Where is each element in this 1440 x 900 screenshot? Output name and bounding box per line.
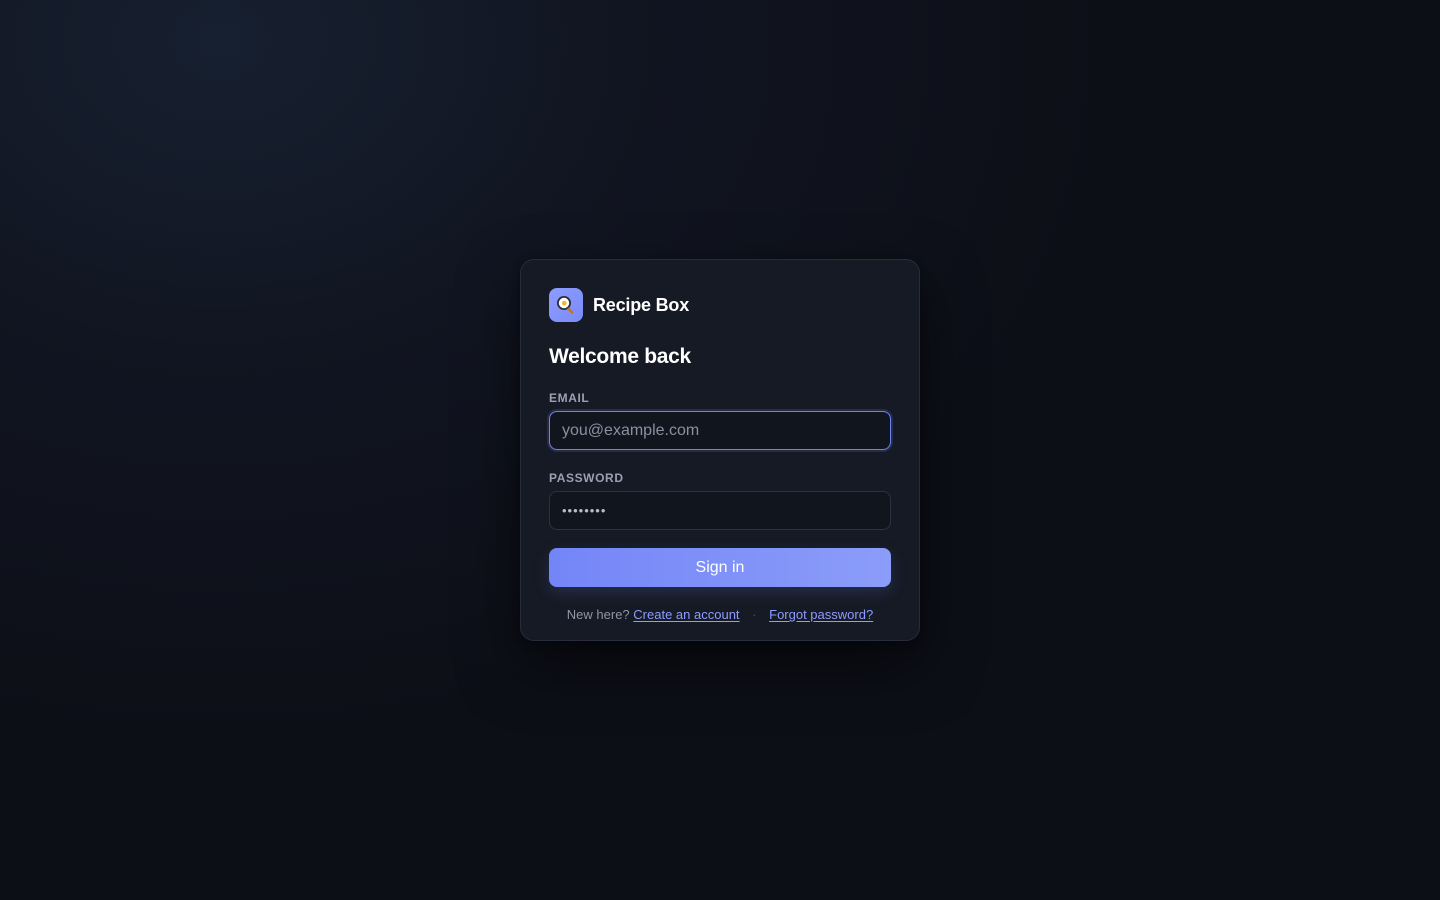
password-label: Password [549, 471, 624, 485]
login-card: Recipe Box Welcome back Email Password S… [520, 259, 920, 641]
new-here-text: New here? [566, 607, 630, 622]
email-field[interactable] [549, 411, 891, 450]
app-name: Recipe Box [593, 294, 690, 315]
frying-pan-egg-icon [549, 288, 583, 322]
auth-footer: New here? Create an account · Forgot pas… [549, 607, 891, 622]
brand-header: Recipe Box [549, 288, 891, 322]
create-account-link[interactable]: Create an account [633, 607, 739, 622]
page-title: Welcome back [549, 345, 691, 368]
sign-in-button[interactable]: Sign in [549, 548, 891, 587]
password-field[interactable] [549, 491, 891, 530]
email-label: Email [549, 391, 590, 405]
footer-separator: · [752, 607, 757, 622]
forgot-password-link[interactable]: Forgot password? [769, 607, 873, 622]
